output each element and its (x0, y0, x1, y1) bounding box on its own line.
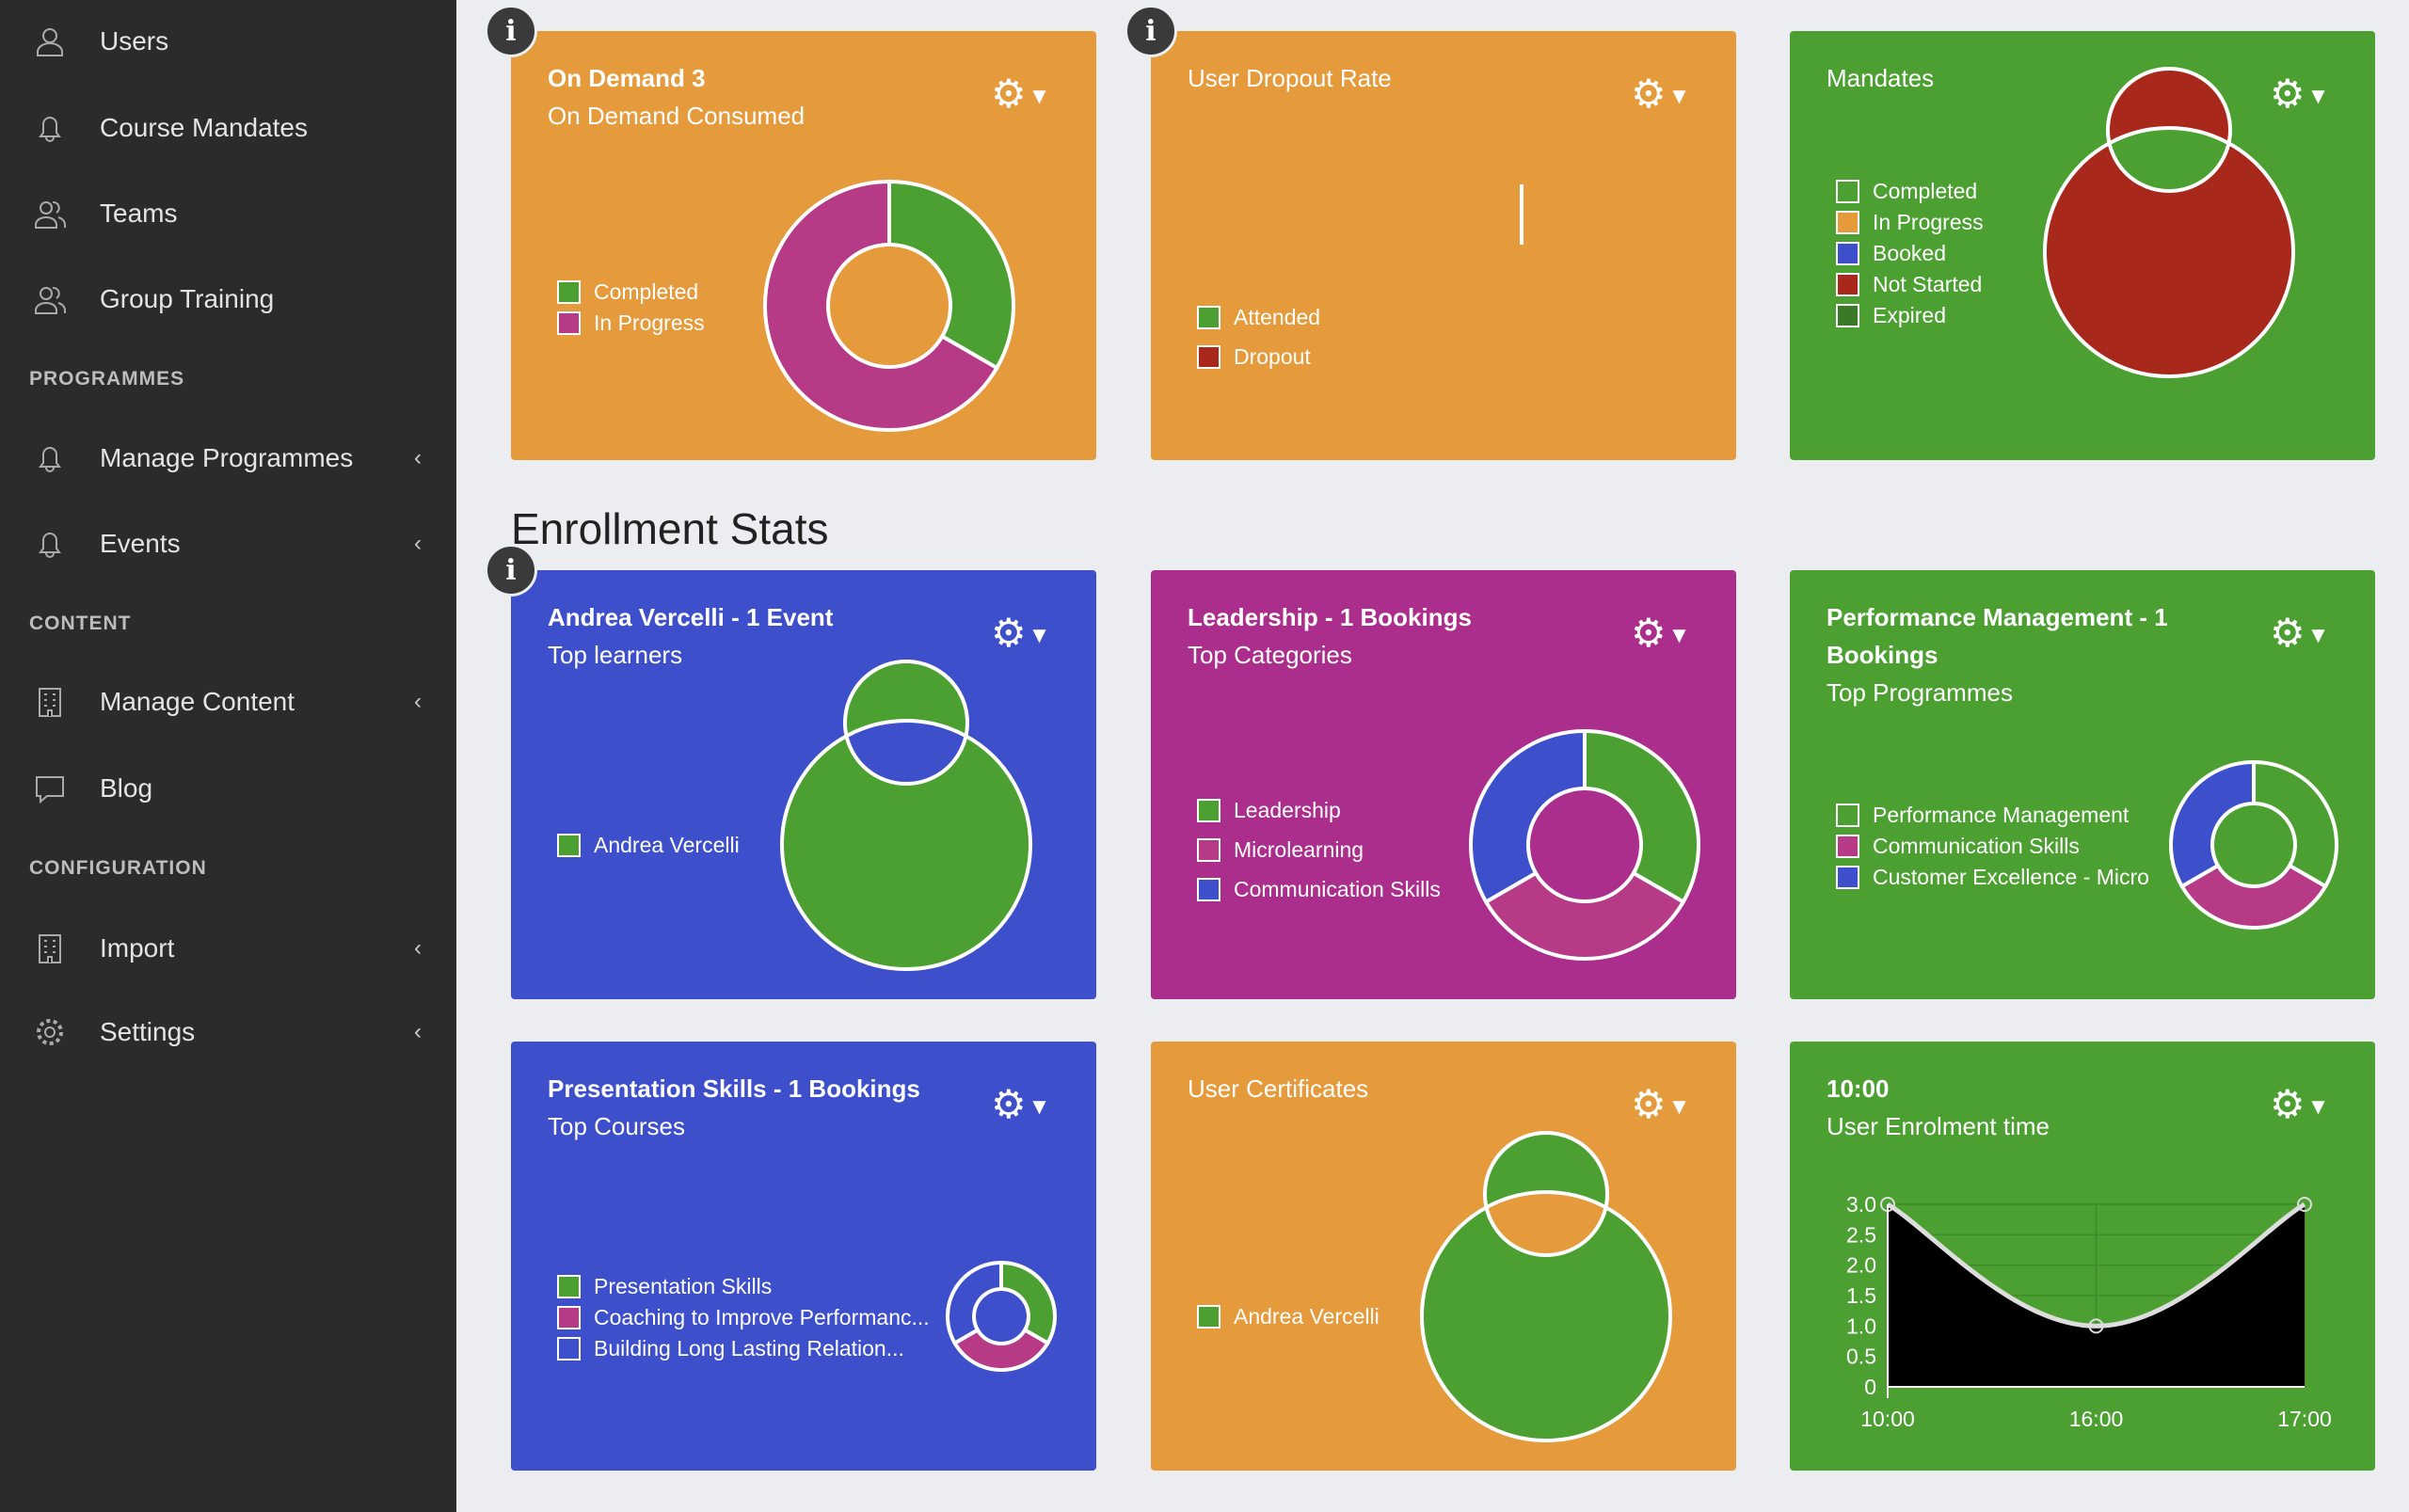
sidebar-item-label: Manage Programmes (100, 443, 354, 472)
donut-segment[interactable] (2043, 67, 2295, 378)
sidebar-item-label: Blog (100, 773, 153, 803)
donut-segment[interactable] (780, 660, 1032, 971)
sidebar-item-label: Settings (100, 1017, 196, 1046)
donut-chart (1420, 1131, 1672, 1442)
sidebar-item-course-mandates[interactable]: Course Mandates (0, 95, 456, 161)
sidebar-item-group-training[interactable]: Group Training (0, 266, 456, 332)
widget-card: Leadership - 1 Bookings Top Categories ⚙▼ L… (1151, 570, 1736, 999)
sidebar-item-manage-programmes[interactable]: Manage Programmes ‹ (0, 425, 456, 491)
chevron-left-icon[interactable]: ‹ (414, 445, 422, 471)
sidebar-item-settings[interactable]: Settings ‹ (0, 999, 456, 1065)
y-tick-label: 2.0 (1846, 1253, 1876, 1278)
donut-chart (1469, 728, 1700, 961)
sidebar-item-teams[interactable]: Teams (0, 181, 456, 247)
donut-chart (780, 660, 1032, 971)
widget-card: Andrea Vercelli - 1 Event Top learners ⚙▼ A… (485, 544, 1096, 999)
area-chart: 0 0.5 1.0 1.5 2.0 2.5 3.0 10:00 16:00 17:00 (1846, 1192, 2332, 1431)
sidebar-item-label: Teams (100, 199, 178, 228)
chevron-left-icon[interactable]: ‹ (414, 935, 422, 962)
y-tick-label: 2.5 (1846, 1222, 1876, 1247)
widget-card: 10:00 User Enrolment time ⚙▼ 0 0.5 1.0 1.5 2.0 2… (1790, 1042, 2375, 1471)
sidebar-item-label: Events (100, 529, 181, 558)
chevron-left-icon[interactable]: ‹ (414, 1019, 422, 1045)
x-tick-label: 16:00 (2069, 1407, 2124, 1431)
sidebar-item-blog[interactable]: Blog (0, 756, 456, 821)
y-tick-label: 1.0 (1846, 1313, 1876, 1338)
bell-icon (39, 447, 61, 472)
user-icon (37, 28, 63, 56)
donut-chart (763, 179, 1015, 432)
chevron-left-icon[interactable]: ‹ (414, 531, 422, 557)
gear-icon (37, 1019, 63, 1045)
donut-chart (2169, 759, 2338, 930)
bell-icon (39, 533, 61, 558)
section-heading: Enrollment Stats (511, 504, 829, 553)
x-tick-label: 10:00 (1860, 1407, 1915, 1431)
sidebar-item-label: Import (100, 933, 175, 963)
sidebar-item-events[interactable]: Events ‹ (0, 511, 456, 577)
sidebar: Users Course Mandates Teams Group Training P… (0, 0, 456, 1512)
donut-segment[interactable] (2169, 759, 2256, 889)
sidebar-item-import[interactable]: Import ‹ (0, 915, 456, 981)
widget-card: Mandates ⚙▼ Completed In Progress Booked Not … (1790, 31, 2375, 460)
sidebar-section-header: CONTENT (29, 613, 132, 634)
building-icon (39, 688, 61, 717)
donut-chart (2043, 67, 2295, 378)
bell-icon (39, 117, 61, 142)
comment-icon (36, 776, 64, 804)
widget-card: Presentation Skills - 1 Bookings Top Cour… (511, 1042, 1096, 1471)
y-tick-label: 0.5 (1846, 1345, 1876, 1369)
sidebar-section-header: PROGRAMMES (29, 368, 185, 390)
widget-card: User Dropout Rate ⚙▼ Attended Dropout i (1125, 5, 1736, 460)
sidebar-item-label: Course Mandates (100, 113, 309, 142)
widget-card: On Demand 3 On Demand Consumed ⚙▼ Completed… (485, 5, 1096, 460)
users-icon (35, 200, 66, 229)
x-tick-label: 17:00 (2277, 1407, 2332, 1431)
building-icon (39, 934, 61, 963)
sidebar-item-manage-content[interactable]: Manage Content ‹ (0, 669, 456, 735)
y-tick-label: 1.5 (1846, 1283, 1876, 1308)
users-icon (35, 286, 66, 314)
donut-chart (946, 1260, 1057, 1372)
y-tick-label: 3.0 (1846, 1192, 1876, 1217)
sidebar-item-label: Users (100, 26, 169, 56)
sidebar-section-header: CONFIGURATION (29, 857, 207, 879)
widget-card: Performance Management - 1 Bookings Top P… (1790, 570, 2375, 999)
chevron-left-icon[interactable]: ‹ (414, 689, 422, 715)
donut-segment[interactable] (946, 1260, 1003, 1346)
widget-card: User Certificates ⚙▼ Andrea Vercelli (1151, 1042, 1736, 1471)
donut-segment[interactable] (1469, 728, 1587, 905)
sidebar-item-users[interactable]: Users (0, 8, 456, 74)
sidebar-item-label: Group Training (100, 284, 275, 313)
sidebar-item-label: Manage Content (100, 687, 295, 716)
donut-segment[interactable] (1420, 1131, 1672, 1442)
y-tick-label: 0 (1864, 1375, 1876, 1399)
